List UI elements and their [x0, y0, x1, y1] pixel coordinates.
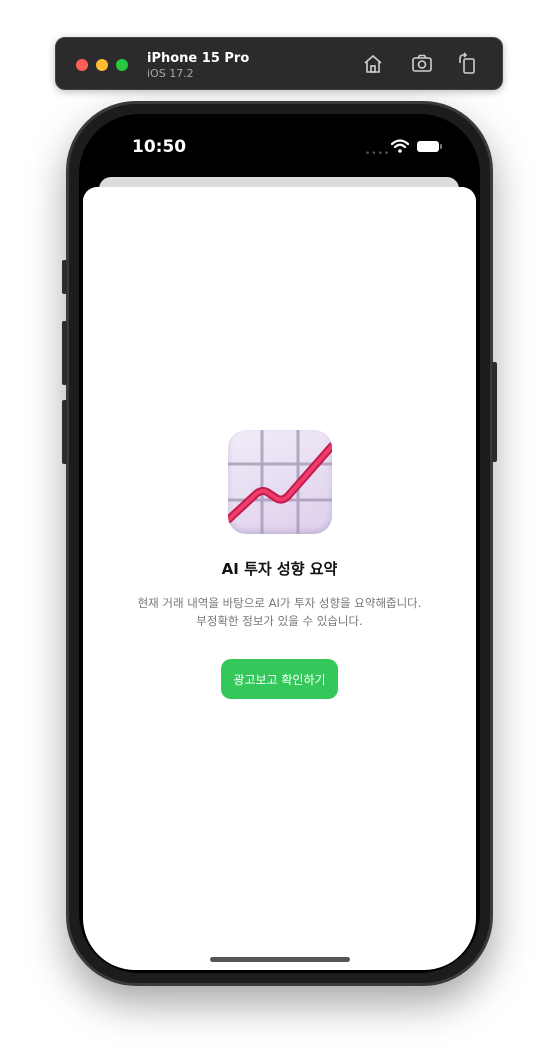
- summary-card: AI 투자 성향 요약 현재 거래 내역을 바탕으로 AI가 투자 성향을 요약…: [83, 430, 476, 699]
- watch-ad-button[interactable]: 광고보고 확인하기: [221, 659, 338, 699]
- device-name: iPhone 15 Pro: [147, 51, 250, 66]
- screenshot-icon[interactable]: [410, 52, 434, 76]
- rotate-icon[interactable]: [455, 52, 479, 76]
- action-button: [62, 260, 67, 294]
- home-icon[interactable]: [361, 52, 385, 76]
- modal-sheet: AI 투자 성향 요약 현재 거래 내역을 바탕으로 AI가 투자 성향을 요약…: [83, 187, 476, 970]
- maximize-window-button[interactable]: [116, 59, 128, 71]
- minimize-window-button[interactable]: [96, 59, 108, 71]
- wifi-icon: [391, 139, 409, 153]
- chart-increasing-icon: [227, 430, 332, 534]
- status-time: 10:50: [132, 137, 187, 157]
- volume-up-button: [62, 321, 67, 385]
- summary-description: 현재 거래 내역을 바탕으로 AI가 투자 성향을 요약해줍니다. 부정확한 정…: [90, 594, 470, 630]
- power-button: [492, 362, 497, 462]
- description-line-1: 현재 거래 내역을 바탕으로 AI가 투자 성향을 요약해줍니다.: [137, 596, 422, 610]
- os-version: iOS 17.2: [147, 67, 194, 80]
- description-line-2: 부정확한 정보가 있을 수 있습니다.: [196, 614, 363, 628]
- close-window-button[interactable]: [76, 59, 88, 71]
- home-indicator[interactable]: [210, 957, 350, 962]
- simulator-title-bar: iPhone 15 Pro iOS 17.2: [55, 37, 503, 90]
- volume-down-button: [62, 400, 67, 464]
- cellular-signal-icon: ••••: [365, 149, 391, 159]
- summary-title: AI 투자 성향 요약: [221, 560, 338, 578]
- battery-tip: [440, 144, 442, 149]
- battery-icon: [417, 141, 439, 152]
